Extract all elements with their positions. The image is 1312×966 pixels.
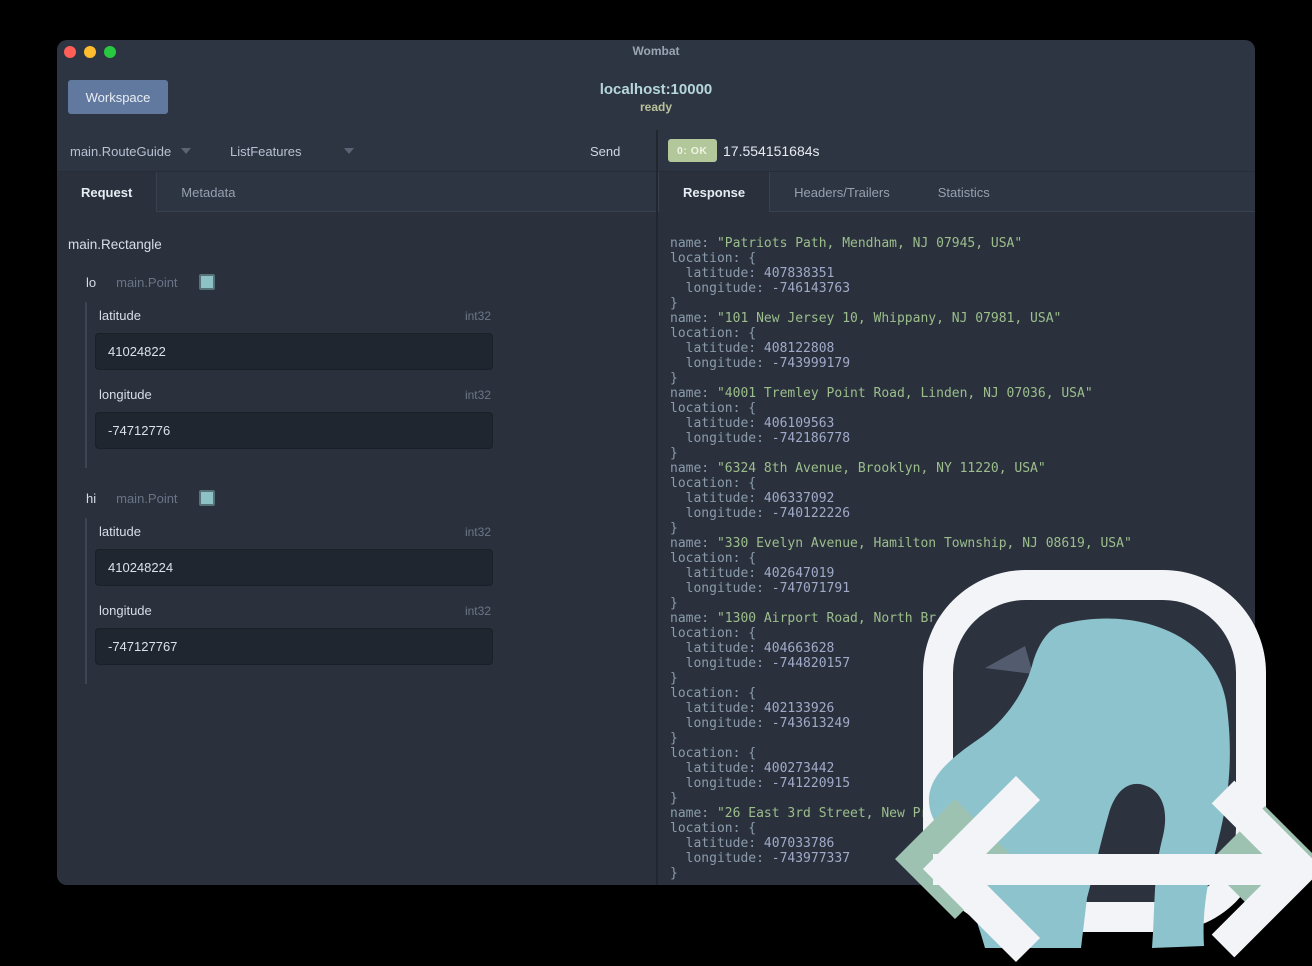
status-badge: 0: OK [668,139,717,162]
hi-checkbox[interactable] [198,490,215,506]
field-group-lo: latitude int32 longitude int32 [85,302,493,468]
lo-longitude-input[interactable] [95,412,493,449]
method-select-label: ListFeatures [230,143,302,159]
request-panel: main.Rectangle lo main.Point latitude in… [57,212,656,885]
service-select-label: main.RouteGuide [70,143,172,159]
lo-latitude-input[interactable] [95,333,493,370]
field-name: hi [86,490,97,506]
field-group-hi: latitude int32 longitude int32 [85,518,493,684]
chevron-down-icon [181,148,192,154]
panel-divider [656,130,658,885]
field-type: main.Point [116,490,178,506]
tab-request[interactable]: Request [57,172,158,213]
field-name: lo [86,274,97,290]
titlebar: Wombat [57,40,1255,65]
field-type-hint: int32 [464,388,491,402]
field-type: main.Point [116,274,178,290]
host-address: localhost:10000 [599,81,713,98]
field-label: longitude [99,603,152,618]
duration-text: 17.554151684s [723,143,820,159]
connection-status: ready [639,100,673,114]
tab-response[interactable]: Response [658,172,771,213]
service-select[interactable]: main.RouteGuide [70,130,192,172]
wombat-logo-icon [895,570,1312,963]
message-type-label: main.Rectangle [68,237,162,252]
lo-checkbox[interactable] [198,274,215,290]
hi-longitude-input[interactable] [95,628,493,665]
request-tabs: Request Metadata [57,172,656,213]
tab-statistics[interactable]: Statistics [914,172,1014,212]
send-button[interactable]: Send [590,130,620,172]
tab-headers-trailers[interactable]: Headers/Trailers [770,172,914,212]
method-select[interactable]: ListFeatures [230,130,354,172]
hi-latitude-input[interactable] [95,549,493,586]
field-label: latitude [99,308,141,323]
field-group-header-hi: hi main.Point [86,490,656,506]
field-label: latitude [99,524,141,539]
field-group-header-lo: lo main.Point [86,274,656,290]
chevron-down-icon [343,148,354,154]
field-type-hint: int32 [464,525,491,539]
tab-metadata[interactable]: Metadata [157,172,259,212]
field-type-hint: int32 [464,309,491,323]
field-label: longitude [99,387,152,402]
field-type-hint: int32 [464,604,491,618]
window-title: Wombat [632,44,680,58]
response-tabs: Response Headers/Trailers Statistics [658,172,1255,213]
